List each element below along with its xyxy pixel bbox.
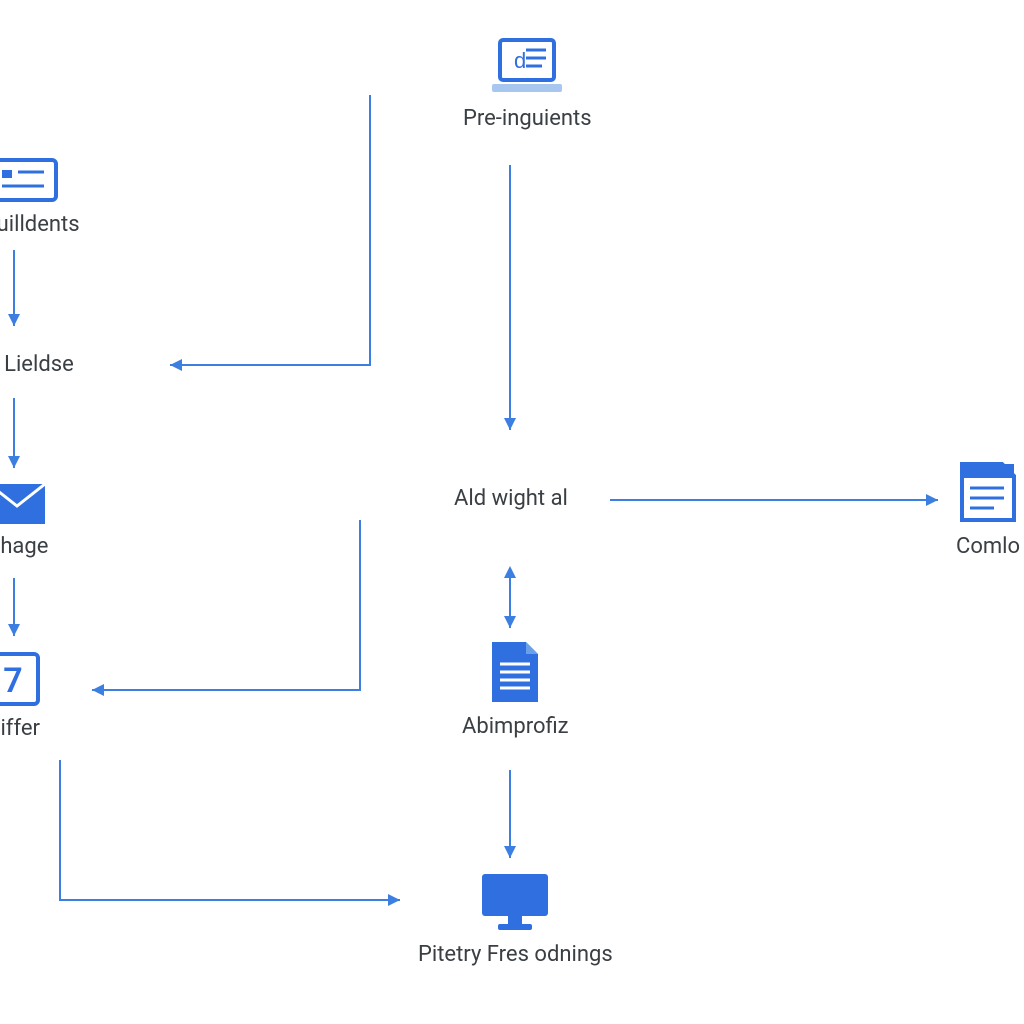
diagram-canvas: d Pre-inguients r Builldents wh Lieldse	[0, 0, 1024, 1024]
arrow-left-to-pitetry	[0, 0, 1024, 1024]
